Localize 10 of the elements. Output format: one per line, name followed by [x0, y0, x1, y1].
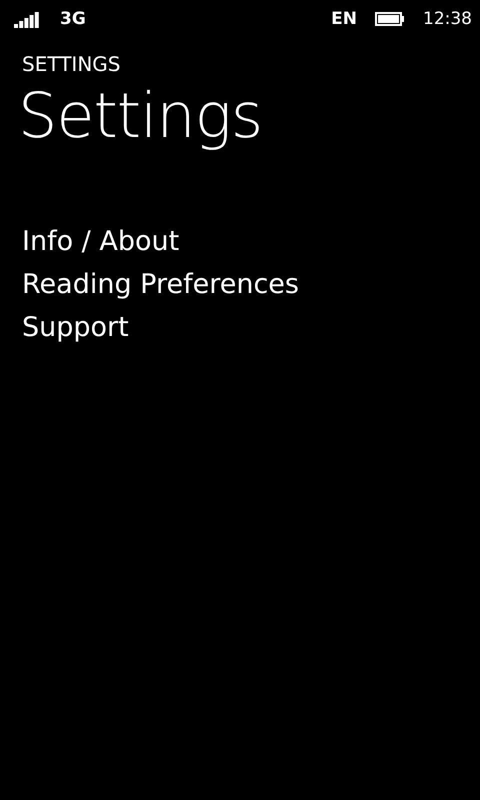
network-type: 3G: [60, 9, 86, 29]
settings-item[interactable]: Reading Preferences: [22, 263, 299, 306]
clock: 12:38: [423, 9, 472, 29]
page-title: Settings: [18, 78, 264, 154]
app-title: SETTINGS: [22, 52, 122, 76]
settings-item[interactable]: Info / About: [22, 220, 180, 263]
battery-icon: [375, 12, 405, 26]
settings-item[interactable]: Support: [22, 306, 129, 349]
signal-icon: [14, 10, 40, 28]
language-indicator: EN: [331, 9, 357, 29]
